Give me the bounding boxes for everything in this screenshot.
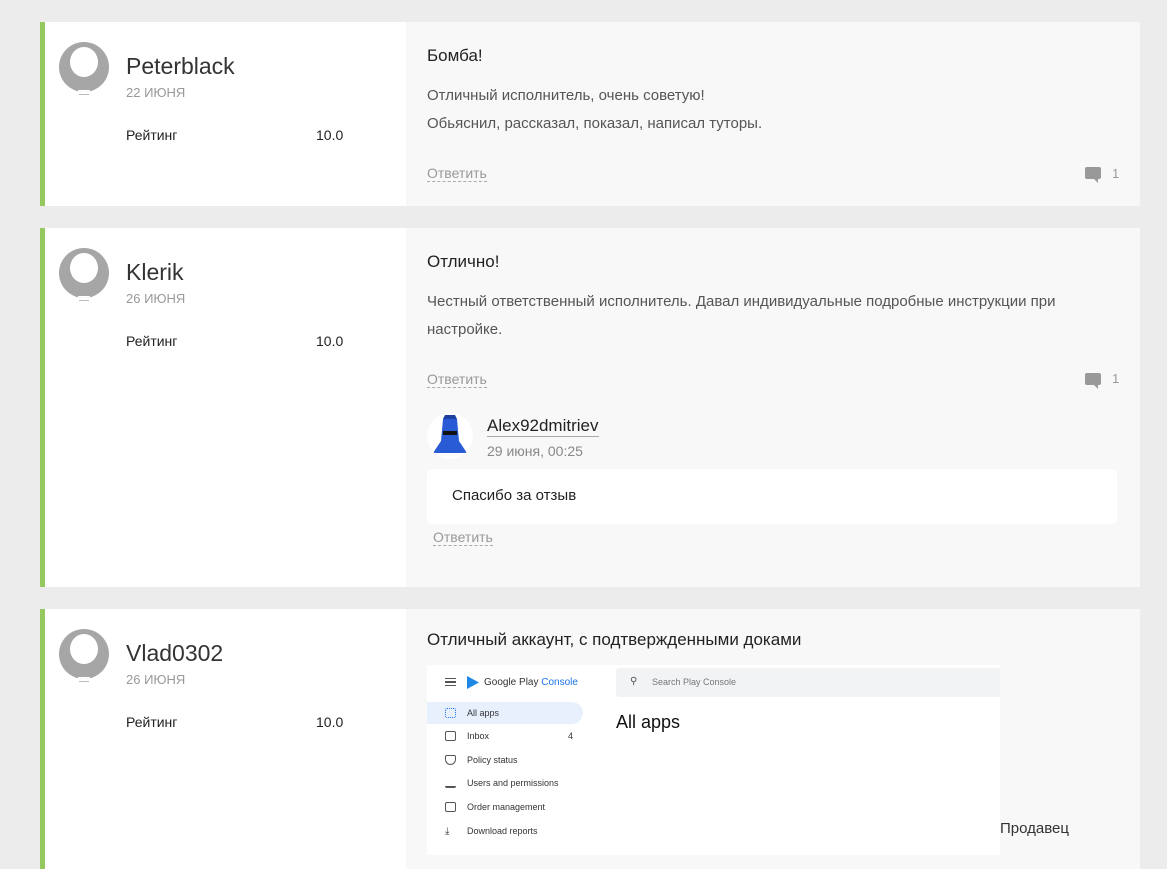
brand-name: Google Play (484, 677, 539, 688)
divider (79, 681, 89, 682)
review-body: Отлично! Честный ответственный исполните… (406, 228, 1140, 587)
nav-download-reports: ⤓ Download reports (427, 820, 583, 842)
review-line: Отличный исполнитель, очень советую! (427, 87, 705, 104)
rating-label: Рейтинг (126, 333, 178, 349)
card-icon (445, 802, 456, 812)
nav-policy: Policy status (427, 749, 583, 771)
author-name[interactable]: Vlad0302 (126, 640, 223, 667)
console-brand: Google Play Console (484, 677, 578, 688)
avatar[interactable] (59, 42, 109, 92)
review-date: 26 июня (126, 672, 186, 687)
reply-bubble: Спасибо за отзыв (427, 469, 1117, 524)
rating-label: Рейтинг (126, 127, 178, 143)
nav-label: All apps (467, 708, 500, 718)
seller-label: Продавец (1000, 820, 1069, 837)
comment-count: 1 (1112, 371, 1120, 386)
nav-label: Users and permissions (467, 778, 559, 788)
nav-users: Users and permissions (427, 772, 583, 794)
comment-icon[interactable] (1085, 167, 1101, 183)
author-name[interactable]: Peterblack (126, 53, 235, 80)
nav-all-apps: All apps (427, 702, 583, 724)
review-author-panel: Peterblack 22 июня Рейтинг 10.0 (45, 22, 406, 206)
nav-orders: Order management (427, 796, 583, 818)
attached-screenshot[interactable]: Google Play Console ⚲ Search Play Consol… (427, 665, 1000, 855)
review-author-panel: Klerik 26 июня Рейтинг 10.0 (45, 228, 406, 587)
shield-icon (445, 755, 456, 765)
rating-value: 10.0 (316, 714, 344, 730)
review-title: Бомба! (427, 46, 483, 65)
reply-link[interactable]: Ответить (433, 529, 493, 546)
reply-link[interactable]: Ответить (427, 371, 487, 388)
search-bar: ⚲ Search Play Console (616, 668, 1000, 697)
nav-badge: 4 (568, 731, 574, 741)
divider (79, 94, 89, 95)
nav-inbox: Inbox 4 (427, 725, 583, 747)
rating-label: Рейтинг (126, 714, 178, 730)
review-date: 26 июня (126, 291, 186, 306)
review-author-panel: Vlad0302 26 июня Рейтинг 10.0 (45, 609, 406, 869)
review-title: Отличный аккаунт, с подтвержденными дока… (427, 630, 802, 649)
avatar[interactable] (59, 629, 109, 679)
review-text: Отличный исполнитель, очень советую! Обья… (427, 82, 1117, 138)
rating-value: 10.0 (316, 127, 344, 143)
nav-label: Order management (467, 802, 546, 812)
review-body: Отличный аккаунт, с подтвержденными дока… (406, 609, 1140, 869)
search-icon: ⚲ (630, 676, 638, 687)
review-line: Обьяснил, рассказал, показал, написал ту… (427, 115, 763, 132)
author-name[interactable]: Klerik (126, 259, 184, 286)
nav-label: Inbox (467, 731, 490, 741)
reply-author[interactable]: Alex92dmitriev (487, 416, 599, 437)
reply-link[interactable]: Ответить (427, 165, 487, 182)
review-date: 22 июня (126, 85, 186, 100)
grid-icon (445, 708, 456, 718)
nav-label: Download reports (467, 826, 538, 836)
review-body: Бомба! Отличный исполнитель, очень совет… (406, 22, 1140, 206)
inbox-icon (445, 731, 456, 741)
rating-value: 10.0 (316, 333, 344, 349)
nav-label: Policy status (467, 755, 518, 765)
review-card: Klerik 26 июня Рейтинг 10.0 Отлично! Чес… (40, 228, 1140, 587)
download-icon: ⤓ (445, 825, 450, 837)
comment-count: 1 (1112, 166, 1120, 181)
reply-text: Спасибо за отзыв (452, 487, 577, 504)
users-icon (445, 778, 456, 788)
page-heading: All apps (616, 712, 681, 732)
comment-icon[interactable] (1085, 373, 1101, 389)
review-text: Честный ответственный исполнитель. Давал… (427, 293, 1056, 338)
search-placeholder: Search Play Console (652, 677, 737, 687)
review-card: Vlad0302 26 июня Рейтинг 10.0 Отличный а… (40, 609, 1140, 869)
play-logo-icon (467, 676, 479, 689)
reply-date: 29 июня, 00:25 (487, 443, 583, 459)
brand-accent: Console (541, 677, 578, 688)
reply-avatar[interactable] (427, 413, 473, 459)
avatar[interactable] (59, 248, 109, 298)
menu-icon (445, 678, 456, 686)
knight-helmet-icon (433, 415, 467, 453)
review-title: Отлично! (427, 252, 500, 271)
review-card: Peterblack 22 июня Рейтинг 10.0 Бомба! О… (40, 22, 1140, 206)
divider (79, 300, 89, 301)
